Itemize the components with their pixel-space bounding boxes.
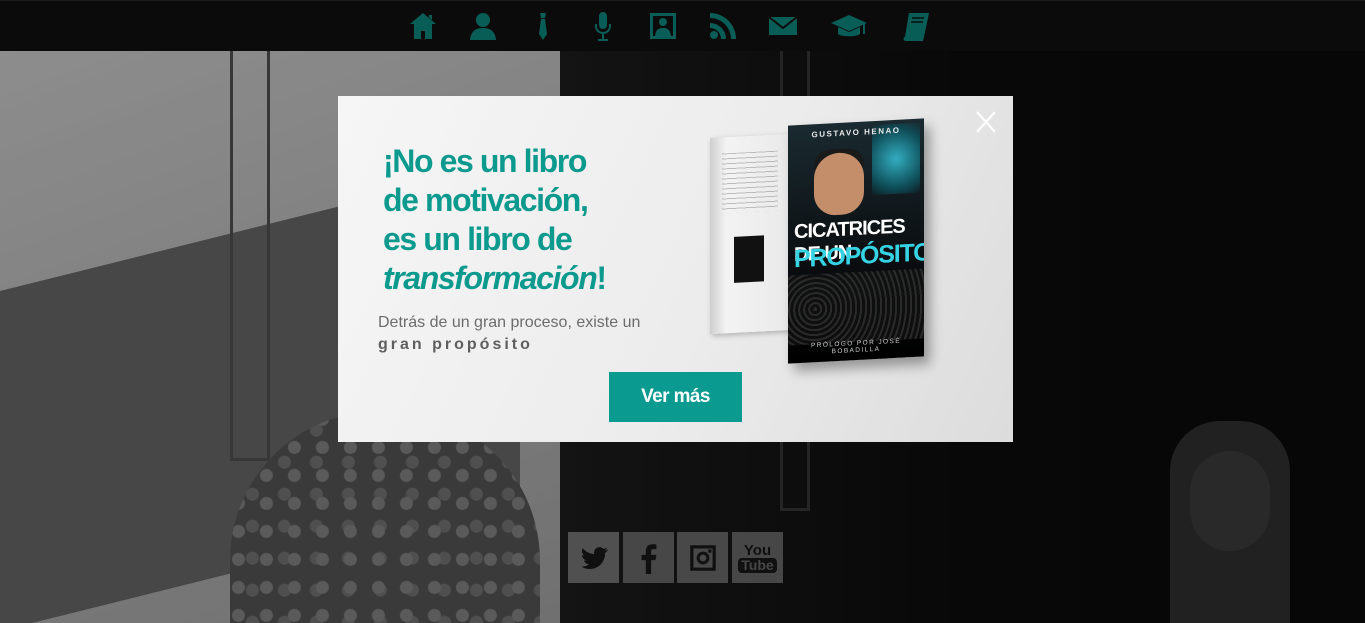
headline-line: ¡No es un libro <box>383 143 587 179</box>
modal-headline: ¡No es un libro de motivación, es un lib… <box>383 142 713 298</box>
headline-line: es un libro de <box>383 221 573 257</box>
cover-author-photo <box>814 151 864 217</box>
close-button[interactable] <box>975 110 997 140</box>
back-cover-thumbnail <box>734 235 764 283</box>
close-icon <box>976 111 996 133</box>
modal-subtitle-emphasis: gran propósito <box>378 336 533 353</box>
headline-end: ! <box>596 260 607 296</box>
cover-crowd-image <box>788 268 924 346</box>
headline-emphasis: transformación <box>383 260 598 296</box>
headline-line: de motivación, <box>383 182 589 218</box>
book-back-cover <box>710 133 792 335</box>
headline-line: transformación! <box>383 259 713 298</box>
back-cover-text <box>722 150 778 214</box>
modal-subtitle: Detrás de un gran proceso, existe un <box>378 314 641 331</box>
ver-mas-button[interactable]: Ver más <box>609 372 742 422</box>
promo-modal: ¡No es un libro de motivación, es un lib… <box>338 96 1013 442</box>
book-front-cover[interactable]: GUSTAVO HENAO CICATRICES DE UN PROPÓSITO… <box>788 118 924 364</box>
